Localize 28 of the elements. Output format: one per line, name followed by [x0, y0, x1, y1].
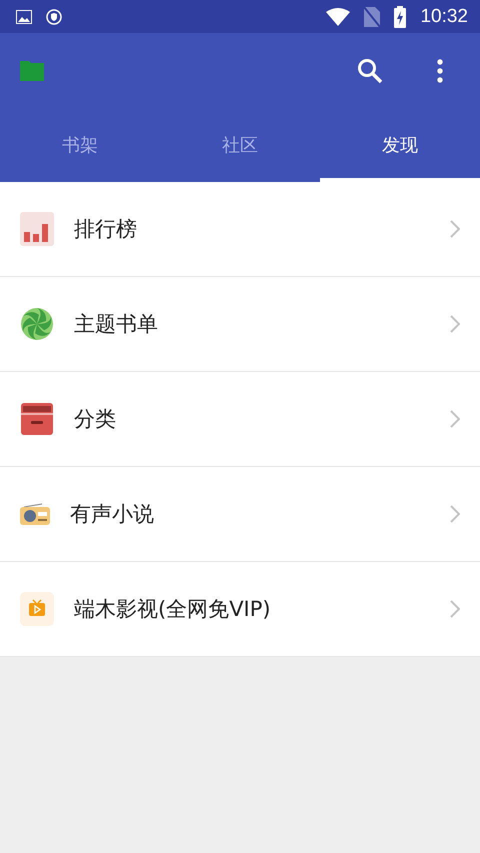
chevron-icon — [450, 600, 460, 618]
image-icon — [16, 10, 32, 24]
more-menu-icon[interactable] — [436, 58, 444, 82]
no-sim-icon — [364, 6, 380, 26]
list-item[interactable]: 主题书单 — [0, 277, 480, 372]
item-label: 端木影视(全网免VIP) — [74, 596, 272, 623]
list-item[interactable]: 有声小说 — [0, 467, 480, 562]
list-item[interactable]: 排行榜 — [0, 182, 480, 277]
shield-icon — [46, 8, 62, 24]
battery-charging-icon — [394, 6, 406, 28]
wifi-icon — [326, 8, 350, 26]
list-item[interactable]: 分类 — [0, 372, 480, 467]
item-label: 有声小说 — [70, 501, 155, 528]
search-icon[interactable] — [357, 58, 383, 84]
chevron-icon — [450, 315, 460, 333]
item-label: 分类 — [74, 406, 117, 433]
radio-icon — [20, 503, 50, 525]
item-label: 主题书单 — [74, 311, 159, 338]
chevron-icon — [450, 410, 460, 428]
item-label: 排行榜 — [74, 216, 138, 243]
candy-icon — [20, 307, 54, 341]
bar-chart-icon — [20, 212, 54, 246]
drawer-icon — [20, 402, 54, 436]
chevron-icon — [450, 505, 460, 523]
list-item[interactable]: 端木影视(全网免VIP) — [0, 562, 480, 657]
tv-icon — [20, 592, 54, 626]
status-time: 10:32 — [420, 6, 468, 28]
chevron-icon — [450, 220, 460, 238]
